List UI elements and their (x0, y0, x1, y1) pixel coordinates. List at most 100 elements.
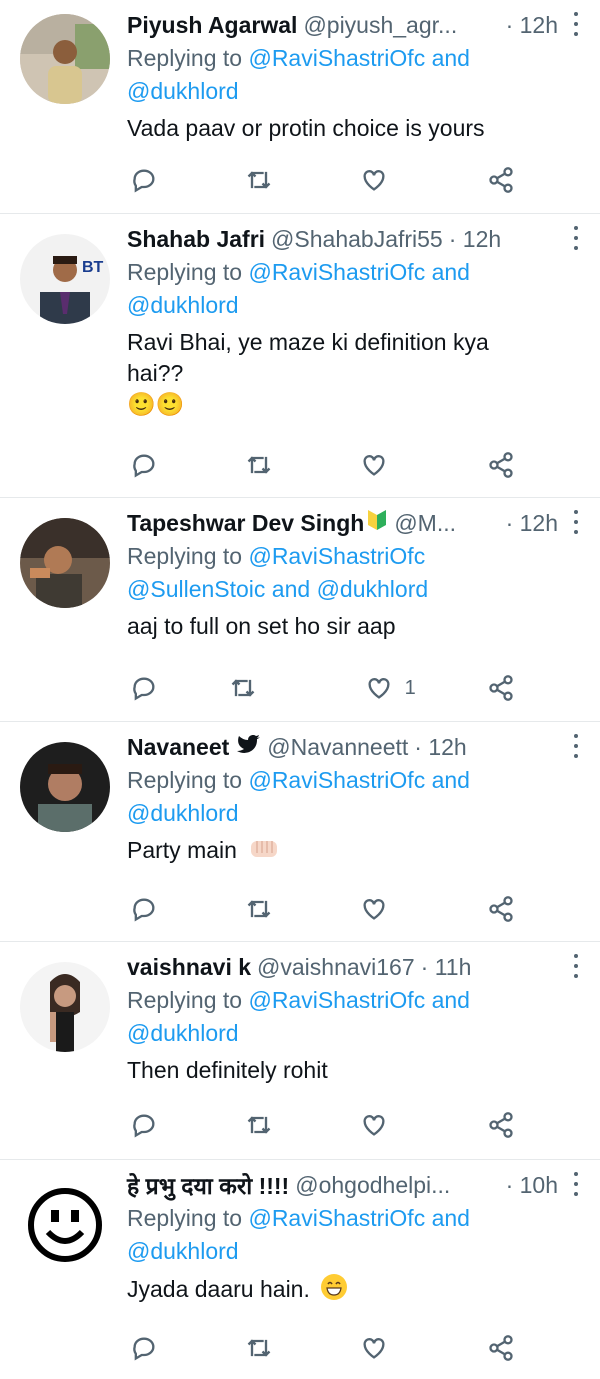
retweet-button[interactable] (245, 450, 273, 480)
replying-users-link[interactable]: @RaviShastriOfc and (248, 987, 470, 1013)
replying-label: Replying to (127, 543, 243, 569)
more-icon[interactable] (574, 226, 582, 250)
reply-icon (133, 169, 155, 193)
user-handle[interactable]: @ohgodhelpi... (295, 1172, 450, 1199)
tweet[interactable]: हे प्रभु दया करो !!!! @ohgodhelpi... · 1… (0, 1160, 600, 1379)
retweet-button[interactable] (245, 165, 273, 195)
retweet-button[interactable] (245, 894, 273, 924)
user-handle[interactable]: @piyush_agr... (303, 12, 457, 39)
avatar-image: BT (20, 234, 110, 324)
display-name[interactable]: Navaneet (127, 734, 229, 761)
display-name[interactable]: हे प्रभु दया करो !!!! (127, 1169, 289, 1201)
retweet-icon (231, 679, 255, 697)
share-icon (489, 896, 513, 922)
tweet-text: Then definitely rohit (127, 1057, 328, 1083)
more-icon[interactable] (574, 12, 582, 36)
share-button[interactable] (487, 1110, 515, 1140)
replying-label: Replying to (127, 767, 243, 793)
replying-users-link-2[interactable]: @SullenStoic and @dukhlord (127, 576, 428, 602)
user-handle[interactable]: @M... (394, 510, 456, 537)
replying-label: Replying to (127, 45, 243, 71)
replying-users-link[interactable]: @RaviShastriOfc and (248, 45, 470, 71)
share-icon (489, 1112, 513, 1138)
timestamp[interactable]: · 12h (506, 510, 558, 537)
tweet-text: Party main (127, 837, 237, 863)
share-button[interactable] (487, 894, 515, 924)
grin-emoji-icon (320, 1273, 348, 1309)
share-icon (489, 1335, 513, 1361)
display-name[interactable]: Shahab Jafri (127, 226, 265, 253)
avatar[interactable] (20, 1180, 110, 1270)
retweet-button[interactable] (245, 1333, 273, 1363)
heart-icon (363, 1115, 385, 1136)
tweet[interactable]: vaishnavi k @vaishnavi167 · 11h Replying… (0, 942, 600, 1160)
reply-button[interactable] (130, 1110, 158, 1140)
reply-button[interactable] (130, 165, 158, 195)
like-count: 1 (404, 676, 416, 699)
replying-users-link-2[interactable]: @dukhlord (127, 800, 239, 826)
more-icon[interactable] (574, 1172, 582, 1196)
avatar[interactable] (20, 518, 110, 608)
share-icon (489, 452, 513, 478)
user-handle[interactable]: @vaishnavi167 (257, 954, 415, 981)
retweet-icon (247, 1116, 271, 1134)
emoji-text: 🙂🙂 (127, 391, 185, 417)
timestamp[interactable]: · 12h (414, 734, 466, 761)
user-handle[interactable]: @Navanneett (267, 734, 408, 761)
share-button[interactable] (487, 450, 515, 480)
heart-icon (363, 1338, 385, 1359)
replying-users-link[interactable]: @RaviShastriOfc and (248, 1205, 470, 1231)
like-button[interactable] (360, 1333, 400, 1363)
avatar-image (20, 742, 110, 832)
replying-users-link-2[interactable]: @dukhlord (127, 1020, 239, 1046)
timestamp[interactable]: · 10h (506, 1172, 558, 1199)
timestamp[interactable]: · 11h (421, 954, 472, 981)
share-button[interactable] (487, 673, 515, 703)
reply-button[interactable] (130, 673, 158, 703)
retweet-button[interactable] (245, 1110, 273, 1140)
tweet-text: Ravi Bhai, ye maze ki definition kya (127, 329, 489, 355)
tweet[interactable]: Piyush Agarwal @piyush_agr... · 12h Repl… (0, 0, 600, 214)
replying-users-link[interactable]: @RaviShastriOfc (248, 543, 425, 569)
more-icon[interactable] (574, 510, 582, 534)
more-icon[interactable] (574, 734, 582, 758)
reply-button[interactable] (130, 1333, 158, 1363)
display-name[interactable]: vaishnavi k (127, 954, 251, 981)
timestamp[interactable]: · 12h (506, 12, 558, 39)
retweet-icon (247, 456, 271, 474)
heart-icon (363, 170, 385, 191)
svg-text:BT: BT (82, 259, 104, 276)
beginner-badge-icon (366, 508, 388, 538)
reply-button[interactable] (130, 450, 158, 480)
display-name[interactable]: Piyush Agarwal (127, 12, 297, 39)
like-button[interactable]: 1 (365, 673, 416, 703)
avatar[interactable]: BT (20, 234, 110, 324)
avatar-image (20, 1180, 110, 1270)
avatar[interactable] (20, 742, 110, 832)
avatar[interactable] (20, 962, 110, 1052)
replying-label: Replying to (127, 1205, 243, 1231)
replying-users-link-2[interactable]: @dukhlord (127, 78, 239, 104)
replying-users-link[interactable]: @RaviShastriOfc and (248, 767, 470, 793)
more-icon[interactable] (574, 954, 582, 978)
heart-icon (368, 678, 390, 699)
replying-users-link[interactable]: @RaviShastriOfc and (248, 259, 470, 285)
tweet[interactable]: BT Shahab Jafri @ShahabJafri55 · 12h Rep… (0, 214, 600, 498)
like-button[interactable] (360, 450, 400, 480)
share-button[interactable] (487, 165, 515, 195)
tweet[interactable]: Tapeshwar Dev Singh @M... · 12h Replying… (0, 498, 600, 722)
tweet[interactable]: Navaneet @Navanneett · 12h Replying to @… (0, 722, 600, 942)
replying-users-link-2[interactable]: @dukhlord (127, 292, 239, 318)
user-handle[interactable]: @ShahabJafri55 (271, 226, 443, 253)
reply-button[interactable] (130, 894, 158, 924)
display-name[interactable]: Tapeshwar Dev Singh (127, 510, 364, 537)
fist-emoji-icon (249, 836, 279, 867)
replying-users-link-2[interactable]: @dukhlord (127, 1238, 239, 1264)
avatar[interactable] (20, 14, 110, 104)
timestamp[interactable]: · 12h (449, 226, 501, 253)
like-button[interactable] (360, 894, 400, 924)
like-button[interactable] (360, 1110, 400, 1140)
retweet-button[interactable] (229, 673, 257, 703)
share-button[interactable] (487, 1333, 515, 1363)
like-button[interactable] (360, 165, 400, 195)
